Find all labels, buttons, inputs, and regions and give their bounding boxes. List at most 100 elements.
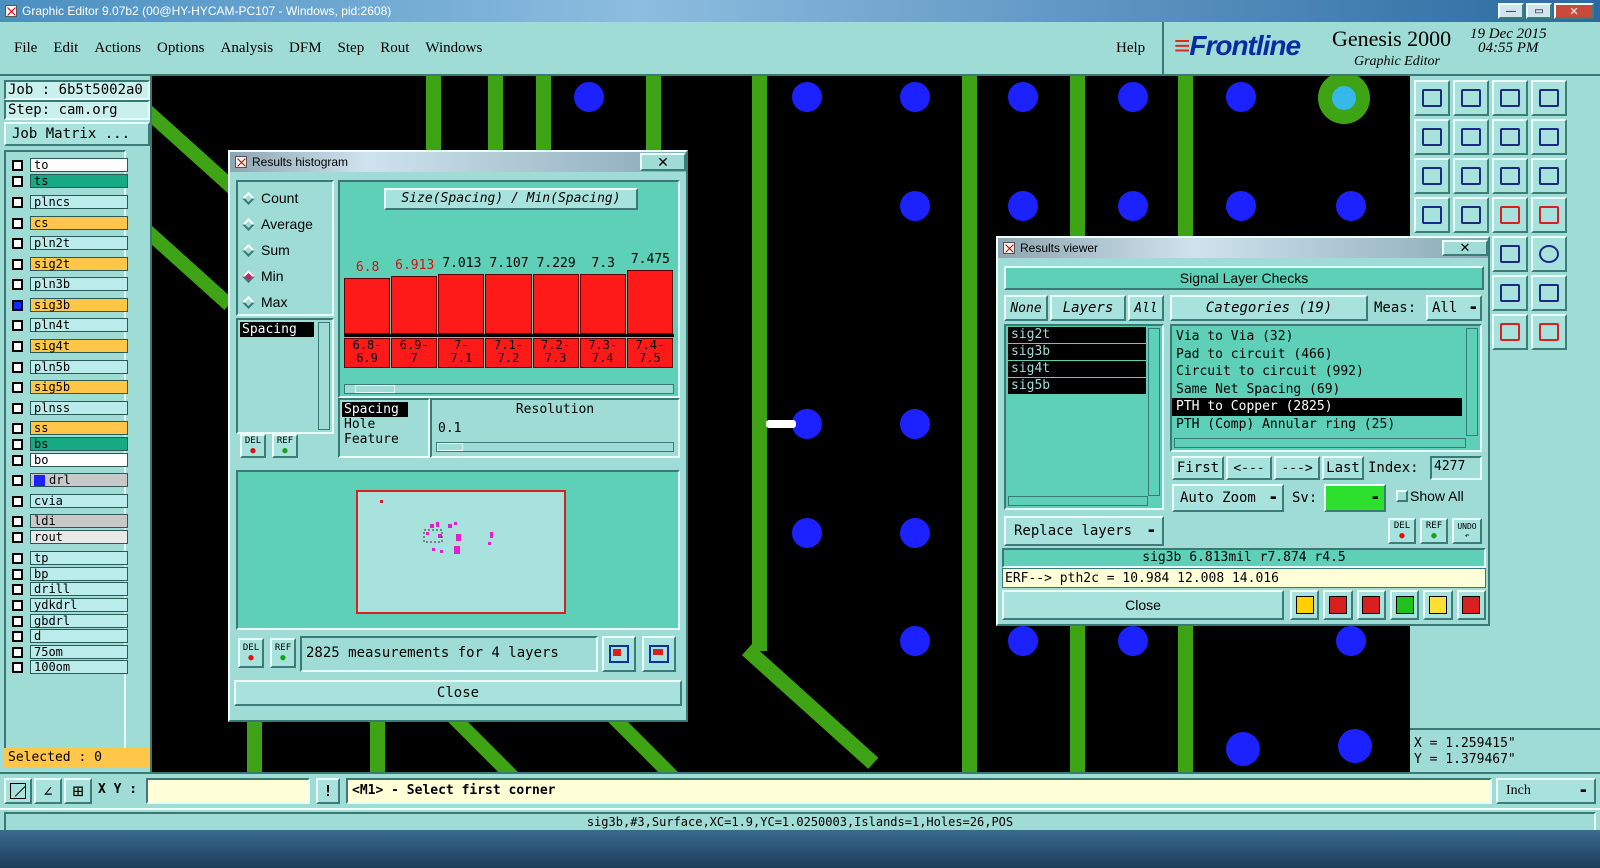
panel-tool-button[interactable]: [1531, 80, 1567, 116]
layer-checkbox[interactable]: [12, 422, 23, 434]
layer-row-gbdrl[interactable]: gbdrl: [12, 614, 128, 628]
menu-windows[interactable]: Windows: [425, 40, 482, 57]
category-item[interactable]: Circuit to circuit (992): [1172, 363, 1462, 381]
ratio-tool-button[interactable]: [1492, 158, 1528, 194]
net-red-tool-button[interactable]: [1492, 197, 1528, 233]
next-button[interactable]: --->: [1274, 456, 1320, 480]
layer-checkbox[interactable]: [12, 196, 23, 208]
zoom-fit-button[interactable]: [642, 636, 676, 672]
layer-row-ydkdrl[interactable]: ydkdrl: [12, 598, 128, 612]
center-tool-button[interactable]: [1453, 158, 1489, 194]
histogram-bar[interactable]: [532, 274, 579, 334]
probe-tool-button[interactable]: [1453, 197, 1489, 233]
layer-row-ts[interactable]: ts: [12, 174, 128, 188]
category-item[interactable]: PTH (Comp) Annular ring (25): [1172, 416, 1462, 434]
histogram-del-button[interactable]: DEL ●: [240, 434, 266, 458]
mode-radio-sum[interactable]: Sum: [238, 237, 332, 263]
menu-dfm[interactable]: DFM: [289, 40, 322, 57]
menu-options[interactable]: Options: [157, 40, 205, 57]
zoom-preview-button[interactable]: [602, 636, 636, 672]
undo-arc-tool-button[interactable]: [1492, 275, 1528, 311]
grid-button[interactable]: ⊞: [64, 778, 92, 804]
viewer-layer-list[interactable]: sig2t sig3b sig4t sig5b: [1004, 324, 1164, 510]
magnify-tool-button[interactable]: [1492, 236, 1528, 272]
layer-checkbox[interactable]: [12, 583, 23, 595]
layer-row-ldi[interactable]: ldi: [12, 514, 128, 528]
menu-edit[interactable]: Edit: [53, 40, 78, 57]
mode-radio-average[interactable]: Average: [238, 211, 332, 237]
layer-row-75om[interactable]: 75om: [12, 645, 128, 659]
measure-angle-button[interactable]: ∠: [34, 778, 62, 804]
mode-radio-count[interactable]: Count: [238, 185, 332, 211]
histogram-bar[interactable]: [485, 274, 532, 334]
units-dropdown[interactable]: Inch ▬: [1496, 778, 1596, 804]
layer-checkbox[interactable]: [12, 599, 23, 611]
histogram-ref-button[interactable]: REF ●: [272, 434, 298, 458]
auto-zoom-dropdown[interactable]: Auto Zoom ▬: [1172, 484, 1284, 512]
histogram-bar[interactable]: [344, 278, 391, 334]
step-up-tool-button[interactable]: [1414, 80, 1450, 116]
layer-row-sig2t[interactable]: sig2t: [12, 257, 128, 271]
layer-checkbox[interactable]: [12, 531, 23, 543]
histogram-close-x[interactable]: ✕: [640, 153, 686, 171]
histogram-bar[interactable]: [579, 274, 626, 334]
viewer-undo-button[interactable]: UNDO ↶: [1452, 518, 1482, 544]
layer-checkbox[interactable]: [12, 402, 23, 414]
layer-row-drill[interactable]: drill: [12, 582, 128, 596]
layer-row-sig5b[interactable]: sig5b: [12, 380, 128, 394]
help-tool-button[interactable]: [1531, 158, 1567, 194]
viewer-del-button[interactable]: DEL ●: [1388, 518, 1416, 544]
layer-list-vscroll[interactable]: [1148, 328, 1160, 496]
layer-checkbox[interactable]: [12, 159, 23, 171]
resolution-value[interactable]: 0.1: [438, 421, 678, 436]
layer-checkbox[interactable]: [12, 615, 23, 627]
return-tool-button[interactable]: [1492, 119, 1528, 155]
layer-checkbox[interactable]: [12, 515, 23, 527]
layer-row-d[interactable]: d: [12, 629, 128, 643]
triangle-red2-tool-button[interactable]: [1531, 314, 1567, 350]
graph-tool-button[interactable]: [1456, 590, 1486, 620]
menu-actions[interactable]: Actions: [94, 40, 141, 57]
mode-radio-min[interactable]: Min: [238, 263, 332, 289]
histogram-bar[interactable]: [438, 274, 485, 334]
type-list[interactable]: Spacing Hole Feature: [338, 398, 430, 458]
last-button[interactable]: Last: [1322, 456, 1364, 480]
histogram-close-button[interactable]: Close: [234, 680, 682, 706]
menu-help[interactable]: Help: [1116, 40, 1145, 57]
type-item-feature[interactable]: Feature: [342, 432, 426, 447]
layer-row-cvia[interactable]: cvia: [12, 494, 128, 508]
step-down-tool-button[interactable]: [1453, 80, 1489, 116]
layer-row-plncs[interactable]: plncs: [12, 195, 128, 209]
category-item[interactable]: Pad to circuit (466): [1172, 346, 1462, 364]
layer-checkbox[interactable]: [12, 474, 23, 486]
replace-layers-dropdown[interactable]: Replace layers ▬: [1004, 516, 1164, 546]
layer-row-sig4t[interactable]: sig4t: [12, 339, 128, 353]
layer-row-bo[interactable]: bo: [12, 453, 128, 467]
layer-checkbox[interactable]: [12, 361, 23, 373]
layer-checkbox[interactable]: [12, 495, 23, 507]
layer-checkbox[interactable]: [12, 175, 23, 187]
layer-row-bp[interactable]: bp: [12, 567, 128, 581]
resolution-slider[interactable]: [436, 442, 674, 452]
maximize-button[interactable]: ▭: [1526, 3, 1552, 19]
measure-scrollbar[interactable]: [318, 322, 330, 430]
flip-f-tool-button[interactable]: [1531, 275, 1567, 311]
layer-row-pln3b[interactable]: pln3b: [12, 277, 128, 291]
measure-item-spacing[interactable]: Spacing: [240, 322, 314, 337]
layer-checkbox[interactable]: [12, 630, 23, 642]
layer-row-rout[interactable]: rout: [12, 530, 128, 544]
zoom-area-button[interactable]: [4, 778, 32, 804]
stop-tool-button[interactable]: [1323, 590, 1353, 620]
layer-list-hscroll[interactable]: [1008, 496, 1148, 506]
prev-button[interactable]: <---: [1226, 456, 1272, 480]
layers-toggle-button[interactable]: Layers: [1050, 295, 1126, 321]
sv-color-dropdown[interactable]: ▬: [1324, 484, 1386, 512]
category-item[interactable]: Same Net Spacing (69): [1172, 381, 1462, 399]
viewer-ref-button[interactable]: REF ●: [1420, 518, 1448, 544]
layer-checkbox[interactable]: [12, 454, 23, 466]
home-tool-button[interactable]: [1492, 80, 1528, 116]
layer-row-pln2t[interactable]: pln2t: [12, 236, 128, 250]
count-tool-button[interactable]: [1389, 590, 1420, 620]
viewer-close-button[interactable]: Close: [1002, 590, 1284, 620]
layer-row-cs[interactable]: cs: [12, 216, 128, 230]
